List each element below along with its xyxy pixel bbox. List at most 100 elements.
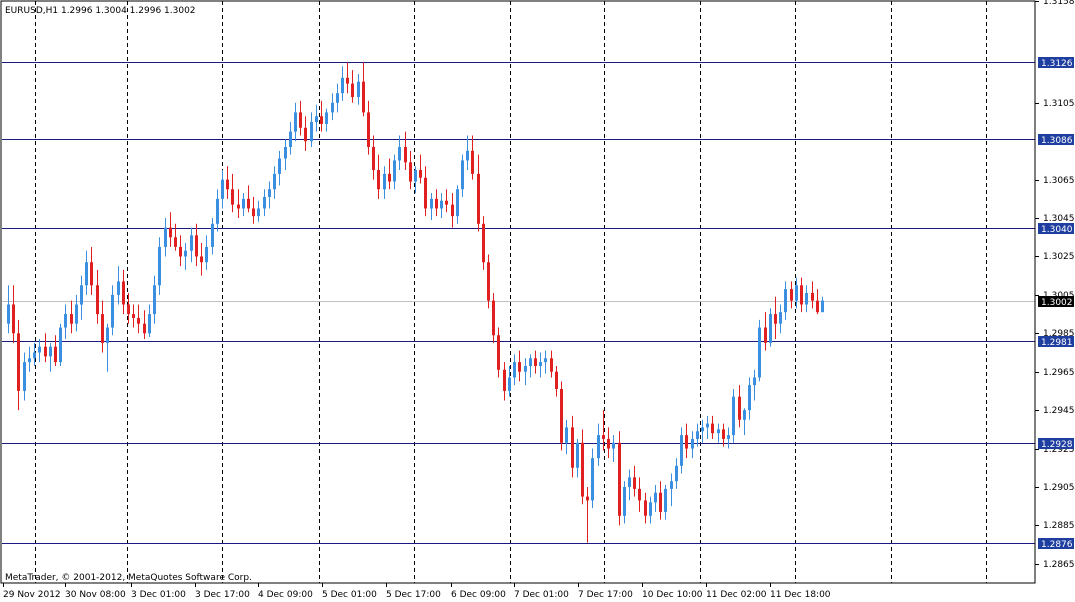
candle-body — [612, 442, 615, 449]
candle-body — [372, 146, 375, 171]
candle-body — [758, 327, 761, 378]
candle-body — [711, 423, 714, 434]
candle-body — [257, 208, 260, 217]
candle-body — [398, 146, 401, 161]
candle-body — [137, 317, 140, 324]
candle-body — [644, 500, 647, 516]
candle-body — [492, 300, 495, 336]
time-label: 7 Dec 01:00 — [514, 590, 569, 600]
candle-body — [471, 150, 474, 174]
candle[interactable] — [732, 389, 735, 443]
candle[interactable] — [487, 254, 490, 309]
candle-body — [482, 223, 485, 263]
candle[interactable] — [560, 381, 563, 451]
time-label: 6 Dec 09:00 — [451, 590, 506, 600]
candle-body — [315, 116, 318, 123]
candle-body — [38, 346, 41, 353]
candle-body — [560, 389, 563, 443]
candle-body — [508, 377, 511, 391]
candle-body — [388, 173, 391, 182]
candle-body — [184, 250, 187, 257]
candle-body — [503, 369, 506, 391]
candle-body — [738, 396, 741, 420]
candle-body — [581, 442, 584, 497]
candle-body — [106, 327, 109, 343]
candle-body — [96, 285, 99, 315]
candle-body — [278, 158, 281, 174]
candle-body — [289, 131, 292, 147]
candle-body — [331, 102, 334, 113]
candle-body — [174, 237, 177, 247]
level-price-label: 1.3126 — [1041, 59, 1073, 69]
candle-body — [362, 81, 365, 113]
candle-body — [404, 146, 407, 163]
candle-body — [539, 362, 542, 366]
candle-body — [477, 173, 480, 224]
candle-body — [717, 429, 720, 434]
time-label: 10 Dec 10:00 — [642, 590, 703, 600]
candle-body — [664, 488, 667, 512]
candle-body — [550, 358, 553, 372]
candle-body — [273, 173, 276, 190]
candle-body — [28, 358, 31, 363]
candle[interactable] — [758, 319, 761, 382]
candle-body — [90, 262, 93, 286]
candle-body — [242, 198, 245, 209]
candle-body — [85, 262, 88, 286]
candle-body — [691, 438, 694, 449]
candle[interactable] — [618, 431, 621, 526]
candle-body — [117, 281, 120, 295]
candle-body — [576, 442, 579, 468]
candle-body — [336, 93, 339, 103]
candle-body — [524, 365, 527, 372]
candle-body — [784, 289, 787, 313]
candle-body — [654, 492, 657, 503]
candle-body — [216, 198, 219, 224]
candle-body — [153, 285, 156, 315]
time-label: 3 Dec 17:00 — [195, 590, 250, 600]
candle-body — [299, 112, 302, 128]
candle-body — [618, 442, 621, 516]
candle-body — [685, 435, 688, 449]
candle-body — [310, 122, 313, 142]
candle-body — [367, 112, 370, 147]
candle-body — [571, 427, 574, 468]
candle[interactable] — [482, 216, 485, 270]
candle-body — [534, 358, 537, 366]
candle-body — [226, 179, 229, 190]
candle-body — [268, 189, 271, 197]
candle-body — [670, 481, 673, 489]
time-label: 29 Nov 2012 — [3, 590, 61, 600]
candle-body — [205, 246, 208, 263]
candle-body — [659, 492, 662, 512]
level-price-label: 1.2876 — [1041, 540, 1073, 550]
candle-body — [649, 502, 652, 516]
candle-body — [247, 198, 250, 209]
price-tick-label: 1.2965 — [1043, 368, 1075, 378]
candle-body — [393, 160, 396, 182]
time-label: 7 Dec 17:00 — [578, 590, 633, 600]
copyright-footer: MetaTrader, © 2001-2012, MetaQuotes Soft… — [5, 573, 252, 583]
time-label: 11 Dec 02:00 — [706, 590, 767, 600]
candle-body — [44, 346, 47, 357]
candle-body — [80, 285, 83, 305]
candle-body — [33, 352, 36, 359]
price-tick-label: 1.2885 — [1043, 521, 1075, 531]
candle[interactable] — [769, 308, 772, 347]
price-tick-label: 1.2945 — [1043, 406, 1075, 416]
candle-body — [211, 223, 214, 247]
candle-body — [200, 256, 203, 263]
candle-body — [284, 146, 287, 159]
candle-body — [75, 304, 78, 324]
candle-body — [435, 198, 438, 209]
price-chart[interactable]: 1.31581.31051.30651.30451.30251.30051.29… — [0, 0, 1075, 602]
candle-body — [518, 362, 521, 372]
time-label: 3 Dec 01:00 — [131, 590, 186, 600]
candle-body — [320, 116, 323, 124]
candle[interactable] — [59, 323, 62, 366]
time-label: 30 Nov 08:00 — [65, 590, 126, 600]
candle-body — [591, 458, 594, 501]
candle-body — [456, 189, 459, 217]
candle-body — [101, 314, 104, 343]
candle-body — [748, 385, 751, 411]
